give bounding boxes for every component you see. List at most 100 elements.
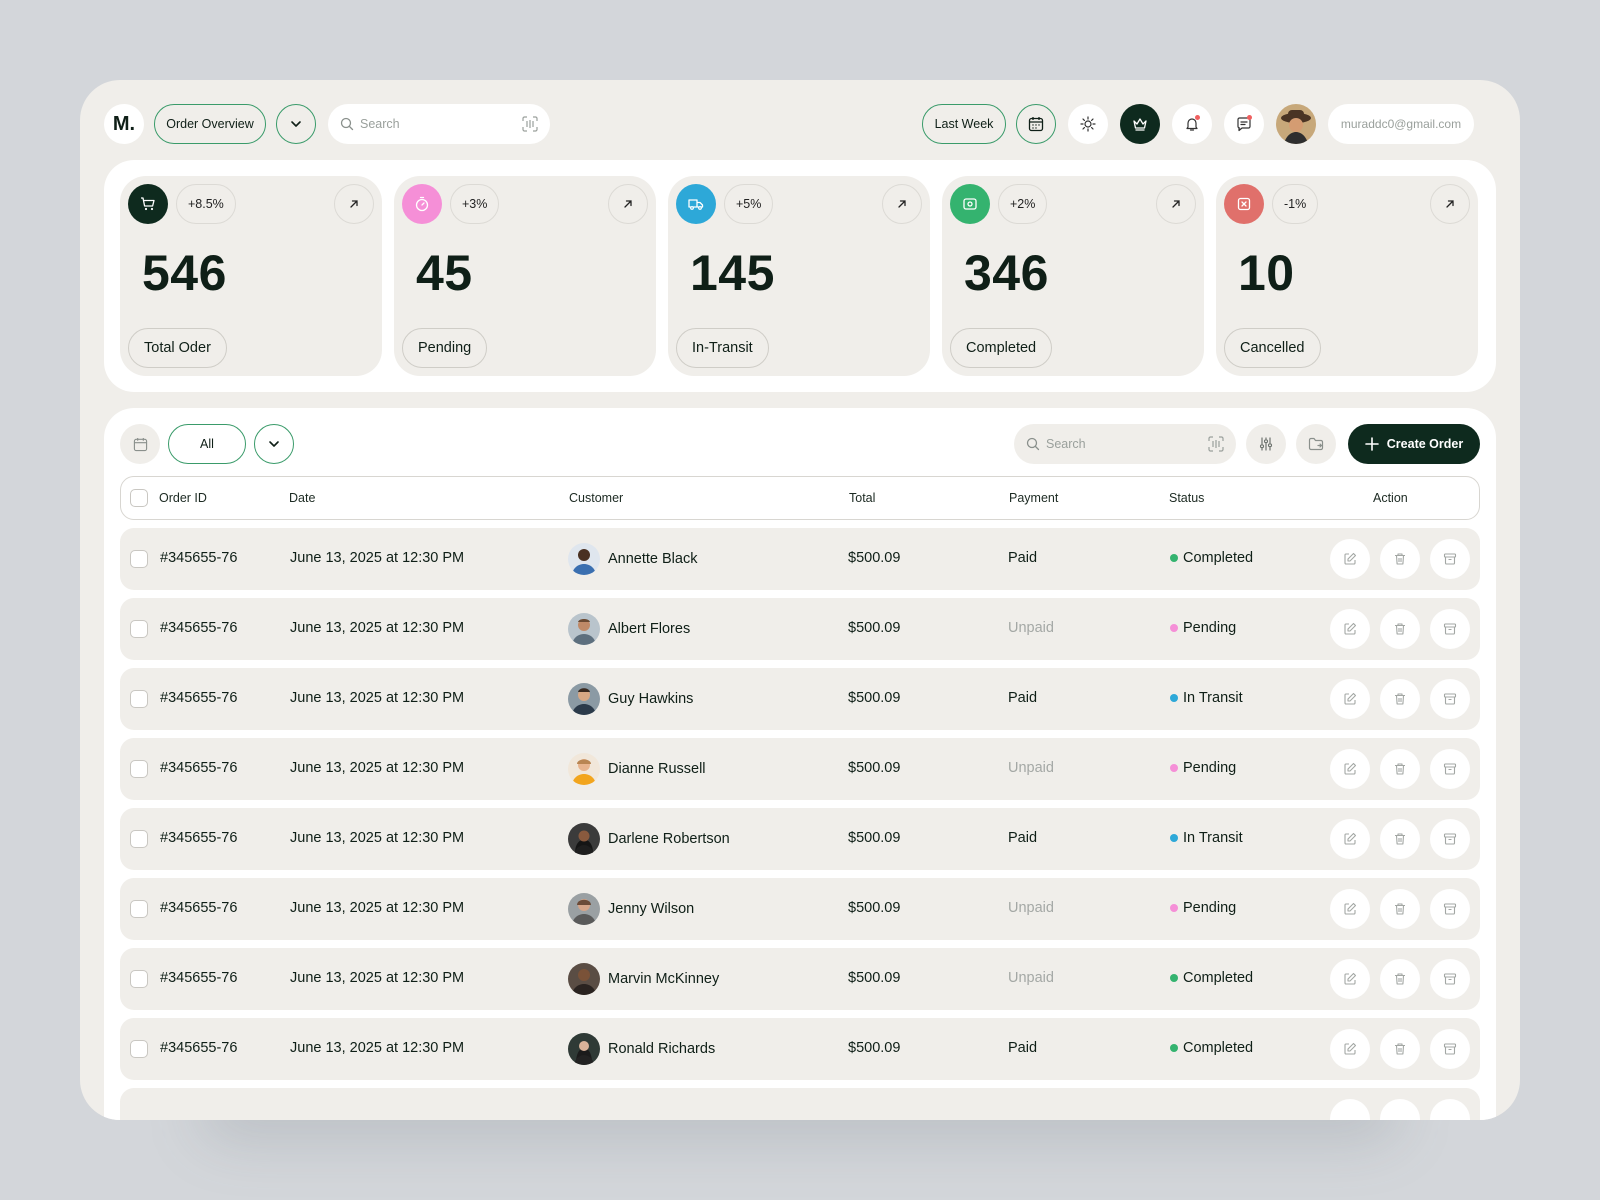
filter-settings-button[interactable] (1246, 424, 1286, 464)
arrow-up-right-icon[interactable] (334, 184, 374, 224)
row-checkbox[interactable] (130, 900, 148, 918)
messages-button[interactable] (1224, 104, 1264, 144)
delete-button[interactable] (1380, 609, 1420, 649)
table-row[interactable]: #345655-76 June 13, 2025 at 12:30 PM Mar… (120, 948, 1480, 1010)
archive-button[interactable] (1430, 889, 1470, 929)
delete-button[interactable] (1380, 749, 1420, 789)
archive-button[interactable] (1430, 679, 1470, 719)
archive-button[interactable] (1430, 819, 1470, 859)
arrow-up-right-icon[interactable] (882, 184, 922, 224)
row-checkbox[interactable] (130, 760, 148, 778)
row-checkbox[interactable] (130, 620, 148, 638)
arrow-up-right-icon[interactable] (1156, 184, 1196, 224)
delete-button[interactable] (1380, 539, 1420, 579)
order-id[interactable]: #345655-76 (160, 830, 237, 846)
date-filter-button[interactable] (120, 424, 160, 464)
archive-button[interactable] (1430, 749, 1470, 789)
order-id[interactable]: #345655-76 (160, 760, 237, 776)
edit-button[interactable] (1330, 1029, 1370, 1069)
order-id[interactable]: #345655-76 (160, 550, 237, 566)
archive-button[interactable] (1430, 609, 1470, 649)
orders-search[interactable]: Search (1014, 424, 1236, 464)
user-avatar[interactable] (1276, 104, 1316, 144)
user-email[interactable]: muraddc0@gmail.com (1328, 104, 1474, 144)
table-row-partial[interactable] (120, 1088, 1480, 1120)
customer-cell[interactable]: Darlene Robertson (568, 823, 730, 855)
order-id[interactable]: #345655-76 (160, 690, 237, 706)
view-dropdown-button[interactable] (276, 104, 316, 144)
arrow-up-right-icon[interactable] (608, 184, 648, 224)
stat-card-pending[interactable]: +3% 45 Pending (394, 176, 656, 376)
row-checkbox[interactable] (130, 830, 148, 848)
table-row[interactable]: #345655-76 June 13, 2025 at 12:30 PM Alb… (120, 598, 1480, 660)
edit-button[interactable] (1330, 819, 1370, 859)
theme-toggle-button[interactable] (1068, 104, 1108, 144)
column-date[interactable]: Date (289, 491, 315, 505)
column-order-id[interactable]: Order ID (159, 491, 207, 505)
edit-button[interactable] (1330, 1099, 1370, 1120)
archive-button[interactable] (1430, 1029, 1470, 1069)
delete-button[interactable] (1380, 1099, 1420, 1120)
edit-button[interactable] (1330, 679, 1370, 719)
export-button[interactable] (1296, 424, 1336, 464)
stat-card-total[interactable]: +8.5% 546 Total Oder (120, 176, 382, 376)
column-payment[interactable]: Payment (1009, 491, 1058, 505)
delete-button[interactable] (1380, 679, 1420, 719)
row-checkbox[interactable] (130, 1040, 148, 1058)
table-row[interactable]: #345655-76 June 13, 2025 at 12:30 PM Dar… (120, 808, 1480, 870)
archive-button[interactable] (1430, 959, 1470, 999)
orders-search-input[interactable]: Search (1046, 437, 1086, 451)
select-all-checkbox[interactable] (130, 489, 148, 507)
table-row[interactable]: #345655-76 June 13, 2025 at 12:30 PM Ron… (120, 1018, 1480, 1080)
row-checkbox[interactable] (130, 970, 148, 988)
customer-cell[interactable]: Dianne Russell (568, 753, 706, 785)
edit-button[interactable] (1330, 749, 1370, 789)
delete-button[interactable] (1380, 1029, 1420, 1069)
edit-button[interactable] (1330, 889, 1370, 929)
status-filter-dropdown[interactable] (254, 424, 294, 464)
status-filter-select[interactable]: All (168, 424, 246, 464)
arrow-up-right-icon[interactable] (1430, 184, 1470, 224)
calendar-button[interactable] (1016, 104, 1056, 144)
row-checkbox[interactable] (130, 690, 148, 708)
view-select[interactable]: Order Overview (154, 104, 266, 144)
header-search[interactable]: Search (328, 104, 550, 144)
premium-button[interactable] (1120, 104, 1160, 144)
table-row[interactable]: #345655-76 June 13, 2025 at 12:30 PM Ann… (120, 528, 1480, 590)
stat-card-cancelled[interactable]: -1% 10 Cancelled (1216, 176, 1478, 376)
customer-cell[interactable]: Guy Hawkins (568, 683, 693, 715)
delete-button[interactable] (1380, 959, 1420, 999)
archive-button[interactable] (1430, 1099, 1470, 1120)
stat-card-in-transit[interactable]: +5% 145 In-Transit (668, 176, 930, 376)
column-status[interactable]: Status (1169, 491, 1204, 505)
row-checkbox[interactable] (130, 550, 148, 568)
notifications-button[interactable] (1172, 104, 1212, 144)
order-id[interactable]: #345655-76 (160, 620, 237, 636)
order-id[interactable]: #345655-76 (160, 900, 237, 916)
table-row[interactable]: #345655-76 June 13, 2025 at 12:30 PM Jen… (120, 878, 1480, 940)
customer-cell[interactable]: Ronald Richards (568, 1033, 715, 1065)
stat-card-completed[interactable]: +2% 346 Completed (942, 176, 1204, 376)
customer-cell[interactable]: Annette Black (568, 543, 697, 575)
edit-button[interactable] (1330, 959, 1370, 999)
scan-icon[interactable] (1208, 436, 1224, 452)
edit-button[interactable] (1330, 609, 1370, 649)
order-id[interactable]: #345655-76 (160, 970, 237, 986)
create-order-button[interactable]: Create Order (1348, 424, 1480, 464)
column-customer[interactable]: Customer (569, 491, 623, 505)
customer-cell[interactable]: Albert Flores (568, 613, 690, 645)
header-search-input[interactable]: Search (360, 117, 400, 131)
customer-cell[interactable]: Jenny Wilson (568, 893, 694, 925)
customer-cell[interactable]: Marvin McKinney (568, 963, 719, 995)
scan-icon[interactable] (522, 116, 538, 132)
column-total[interactable]: Total (849, 491, 875, 505)
edit-button[interactable] (1330, 539, 1370, 579)
brand-logo[interactable]: M. (104, 104, 144, 144)
table-row[interactable]: #345655-76 June 13, 2025 at 12:30 PM Dia… (120, 738, 1480, 800)
period-select[interactable]: Last Week (922, 104, 1006, 144)
order-id[interactable]: #345655-76 (160, 1040, 237, 1056)
delete-button[interactable] (1380, 819, 1420, 859)
table-row[interactable]: #345655-76 June 13, 2025 at 12:30 PM Guy… (120, 668, 1480, 730)
archive-button[interactable] (1430, 539, 1470, 579)
delete-button[interactable] (1380, 889, 1420, 929)
